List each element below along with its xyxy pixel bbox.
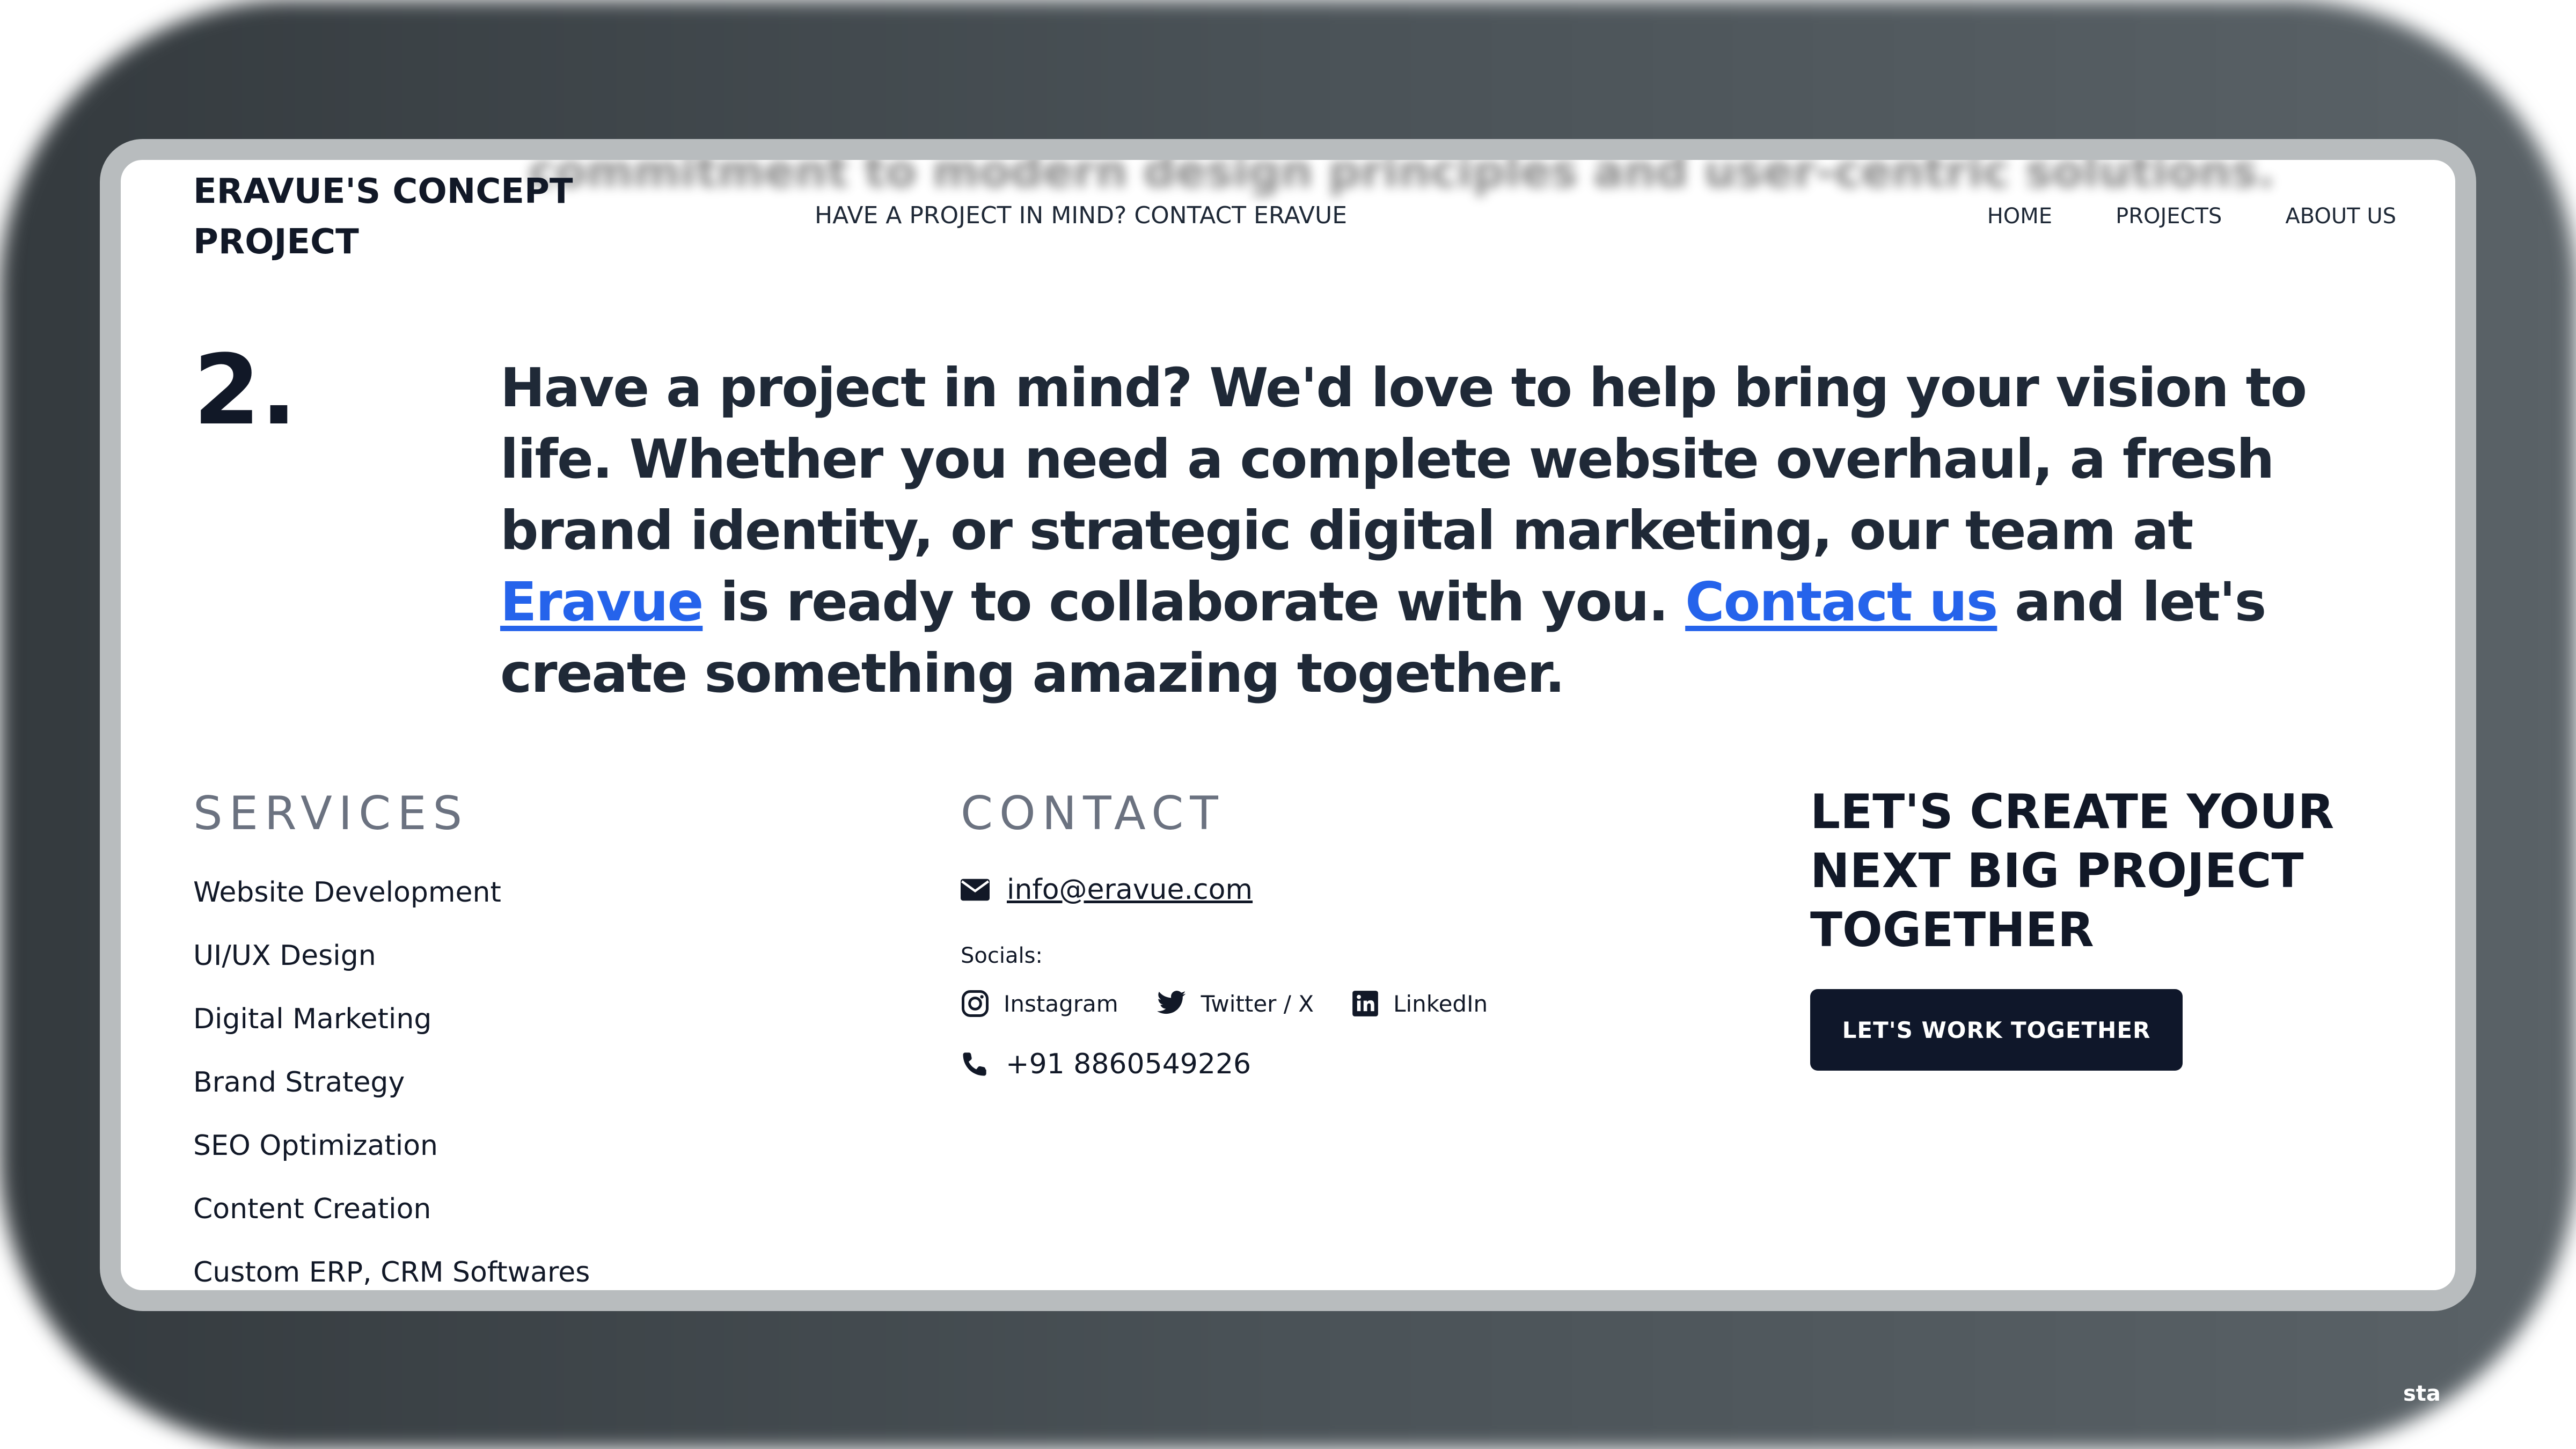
service-item[interactable]: Custom ERP, CRM Softwares (193, 1254, 590, 1290)
contact-heading: CONTACT (961, 787, 1225, 840)
main-nav: HOME PROJECTS ABOUT US (1987, 204, 2396, 229)
service-item[interactable]: SEO Optimization (193, 1127, 590, 1190)
envelope-icon (961, 879, 990, 901)
nav-projects[interactable]: PROJECTS (2116, 204, 2222, 229)
twitter-label: Twitter / X (1201, 990, 1314, 1017)
instagram-link[interactable]: Instagram (961, 989, 1118, 1018)
email-row: info@eravue.com (961, 874, 1253, 906)
browser-page: commitment to modern design principles a… (121, 160, 2455, 1290)
twitter-icon (1156, 990, 1187, 1017)
instagram-icon (961, 989, 990, 1018)
service-item[interactable]: Digital Marketing (193, 1000, 590, 1064)
socials-row: Instagram Twitter / X LinkedIn (961, 989, 1488, 1018)
services-list: Website Development UI/UX Design Digital… (193, 874, 590, 1290)
email-link[interactable]: info@eravue.com (1007, 874, 1253, 906)
nav-home[interactable]: HOME (1987, 204, 2052, 229)
intro-text-2: is ready to collaborate with you. (702, 570, 1686, 633)
cta-heading: LET'S CREATE YOUR NEXT BIG PROJECT TOGET… (1810, 784, 2334, 957)
service-item[interactable]: Content Creation (193, 1190, 590, 1254)
eravue-link[interactable]: Eravue (500, 570, 704, 633)
intro-text-1: Have a project in mind? We'd love to hel… (500, 356, 2307, 562)
linkedin-label: LinkedIn (1393, 990, 1488, 1017)
service-item[interactable]: Website Development (193, 874, 590, 937)
watermark-text: sta (2403, 1381, 2441, 1406)
section-number: 2. (193, 334, 297, 447)
phone-row: +91 8860549226 (961, 1048, 1251, 1080)
phone-icon (961, 1050, 989, 1078)
service-item[interactable]: Brand Strategy (193, 1064, 590, 1127)
work-together-button[interactable]: LET'S WORK TOGETHER (1810, 989, 2183, 1071)
twitter-link[interactable]: Twitter / X (1156, 990, 1314, 1017)
linkedin-link[interactable]: LinkedIn (1351, 990, 1488, 1018)
nav-about-us[interactable]: ABOUT US (2285, 204, 2396, 229)
site-brand[interactable]: ERAVUE'S CONCEPT PROJECT (193, 166, 633, 267)
linkedin-icon (1351, 990, 1379, 1018)
socials-label: Socials: (961, 943, 1043, 968)
intro-paragraph: Have a project in mind? We'd love to hel… (500, 352, 2389, 709)
instagram-label: Instagram (1004, 990, 1118, 1017)
phone-number[interactable]: +91 8860549226 (1006, 1048, 1251, 1080)
service-item[interactable]: UI/UX Design (193, 937, 590, 1000)
services-heading: SERVICES (193, 787, 469, 840)
contact-us-link[interactable]: Contact us (1685, 570, 1998, 633)
header-contact-link[interactable]: HAVE A PROJECT IN MIND? CONTACT ERAVUE (815, 202, 1347, 229)
scrolled-text-ghost: commitment to modern design principles a… (529, 160, 2275, 197)
